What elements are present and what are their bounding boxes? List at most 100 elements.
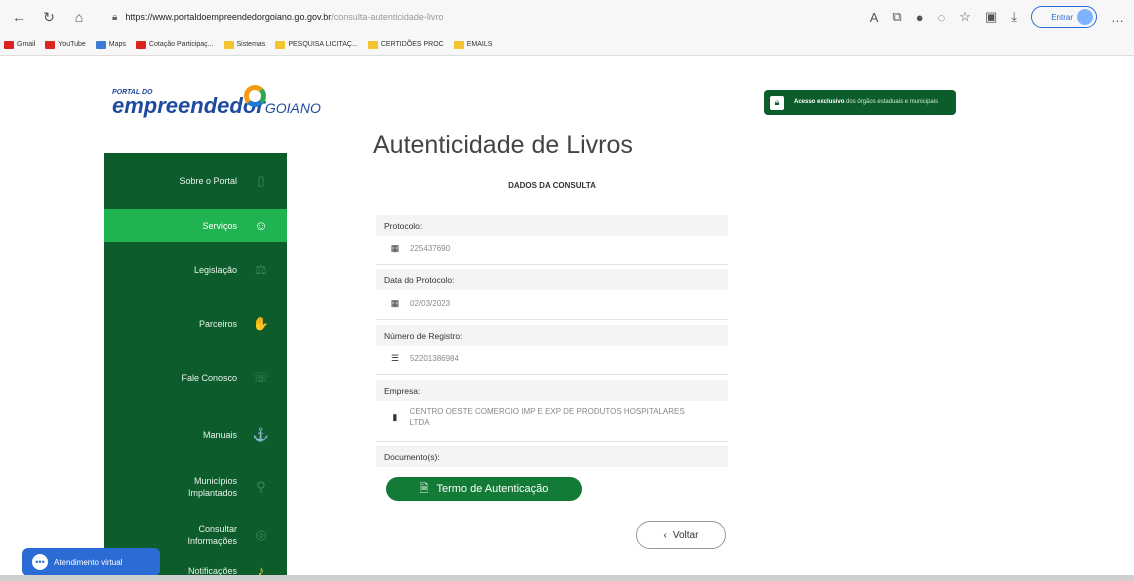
bookmark-label: YouTube [58,41,86,48]
record-icon[interactable]: ● [916,10,924,25]
lock-icon: 🔒︎ [112,11,118,23]
profile-label: Entrar [1051,12,1073,22]
divider [376,319,728,320]
map-pin-icon: ⚲ [256,479,266,494]
company-row: ▮ CENTRO OESTE COMERCIO IMP E EXP DE PRO… [390,406,690,428]
url-path: /consulta-autenticidade-livro [331,12,444,22]
sidebar: Sobre o Portal ▯ Serviços ☺ Legislação ⚖… [104,153,287,581]
bookmark-emails[interactable]: EMAILS [453,40,493,49]
access-rest: dos órgãos estaduais e municipais [846,99,939,105]
service-hand-icon: ☺ [254,217,268,233]
bookmark-label: CERTIDÕES PROC [380,41,444,48]
protocol-value-row: ▦ 225437690 [390,243,710,254]
search-info-icon: ◎ [255,527,267,542]
company-label: Empresa: [376,380,728,401]
protocol-label: Protocolo: [376,215,728,236]
sidebar-item-label: Serviços [202,220,237,231]
registry-number-label: Número de Registro: [376,325,728,346]
favorite-star-icon[interactable]: ☆ [959,9,971,25]
bookmark-certidoes[interactable]: CERTIDÕES PROC [367,40,444,49]
barcode-icon: ▦ [390,243,400,253]
sidebar-item-parceiros[interactable]: Parceiros ✋ [104,298,287,350]
youtube-icon [45,40,56,49]
url-domain: https://www.portaldoempreendedorgoiano.g… [125,12,332,22]
divider [376,441,728,442]
bookmark-pesquisa[interactable]: PESQUISA LICITAÇ... [275,40,358,49]
avatar [1077,9,1093,25]
sidebar-item-label: Fale Conosco [181,373,237,383]
more-menu-icon[interactable]: … [1111,10,1124,25]
protocol-value: 225437690 [410,244,451,253]
chat-icon: ••• [32,554,48,570]
phone-icon: ☏ [252,370,270,385]
sidebar-item-label: Parceiros [198,319,237,329]
folder-icon [453,40,464,49]
document-file-icon: 🗎︎ [419,482,429,495]
page-title: Autenticidade de Livros [373,131,633,159]
maps-icon [95,40,106,49]
sidebar-item-fale-conosco[interactable]: Fale Conosco ☏ [104,350,287,406]
taskbar-strip [0,575,1134,581]
home-icon[interactable]: ⌂ [68,6,90,28]
logo-suffix: GOIANO [264,100,321,116]
sidebar-item-label: Manuais [202,430,237,440]
virtual-assistant-button[interactable]: ••• Atendimento virtual [22,548,160,576]
sidebar-item-manuais[interactable]: Manuais ⚓ [104,406,287,464]
sidebar-item-sobre[interactable]: Sobre o Portal ▯ [104,153,287,209]
bookmark-label: Cotação Participaç... [148,41,214,48]
read-aloud-icon[interactable]: A [870,10,879,25]
section-subtitle: DADOS DA CONSULTA [508,181,596,190]
logo-mark-icon [244,85,266,107]
authentication-term-label: Termo de Autenticação [436,483,549,495]
bookmark-label: Sistemas [236,41,266,48]
sidebar-item-label: Sobre o Portal [179,176,237,186]
list-icon: ☰ [390,353,400,363]
browser-toolbar: ← ↻ ⌂ 🔒︎ https://www.portaldoempreendedo… [0,0,1134,34]
chat-label: Atendimento virtual [54,557,123,567]
authentication-term-button[interactable]: 🗎︎ Termo de Autenticação [386,477,582,501]
scale-icon: ⚖ [255,262,267,277]
back-label: Voltar [672,529,699,541]
sidebar-item-municipios[interactable]: Municípios Implantados ⚲ [104,464,287,510]
folder-icon [367,40,378,49]
bookmark-cotacao[interactable]: Cotação Participaç... [135,40,214,49]
profile-button[interactable]: Entrar [1031,6,1097,28]
bookmark-label: Gmail [17,41,36,48]
bookmark-gmail[interactable]: Gmail [4,40,36,49]
divider [376,374,728,375]
sidebar-item-label: Municípios Implantados [187,476,237,498]
bookmark-sistemas[interactable]: Sistemas [223,40,266,49]
page: PORTAL DO empreendedorGOIANO 🔒︎ Acesso e… [0,57,1134,581]
sidebar-item-label: Legislação [193,265,237,275]
refresh-icon[interactable]: ↻ [38,6,60,28]
access-text: Acesso exclusivo dos órgãos estaduais e … [794,99,938,106]
extension-icon[interactable]: ⧉ [892,9,901,25]
portal-logo[interactable]: PORTAL DO empreendedorGOIANO [112,85,321,139]
manual-icon: ⚓ [252,427,270,442]
collections-icon[interactable]: ▣ [985,9,997,25]
bookmark-youtube[interactable]: YouTube [45,40,86,49]
folder-icon [275,40,286,49]
sidebar-item-servicos[interactable]: Serviços ☺ [104,209,287,242]
access-bold: Acesso exclusivo [794,99,845,105]
refresh-circle-icon[interactable]: ◌ [938,10,946,25]
back-arrow-icon[interactable]: ← [8,6,30,28]
bookmarks-bar: Gmail YouTube Maps Cotação Participaç...… [0,34,1134,56]
bookmark-maps[interactable]: Maps [95,40,126,49]
calendar-icon: ▦ [390,298,400,308]
restricted-access-banner[interactable]: 🔒︎ Acesso exclusivo dos órgãos estaduais… [764,90,956,115]
protocol-date-row: ▦ 02/03/2023 [390,298,710,309]
building-icon: ▮ [392,411,398,422]
divider [376,264,728,265]
handshake-icon: ✋ [252,316,270,331]
sidebar-item-label: Consultar Informações [187,524,237,546]
address-bar[interactable]: 🔒︎ https://www.portaldoempreendedorgoian… [112,7,812,27]
download-icon[interactable]: ⤓ [1011,9,1017,25]
back-button[interactable]: ‹ Voltar [636,521,726,549]
bookmark-label: PESQUISA LICITAÇ... [288,41,358,48]
lock-icon: 🔒︎ [770,95,784,110]
toolbar-right: A ⧉ ● ◌ ☆ ▣ ⤓ Entrar … [870,6,1124,28]
sidebar-item-legislacao[interactable]: Legislação ⚖ [104,242,287,298]
company-value: CENTRO OESTE COMERCIO IMP E EXP DE PRODU… [409,407,685,427]
bookmark-label: EMAILS [466,41,493,48]
